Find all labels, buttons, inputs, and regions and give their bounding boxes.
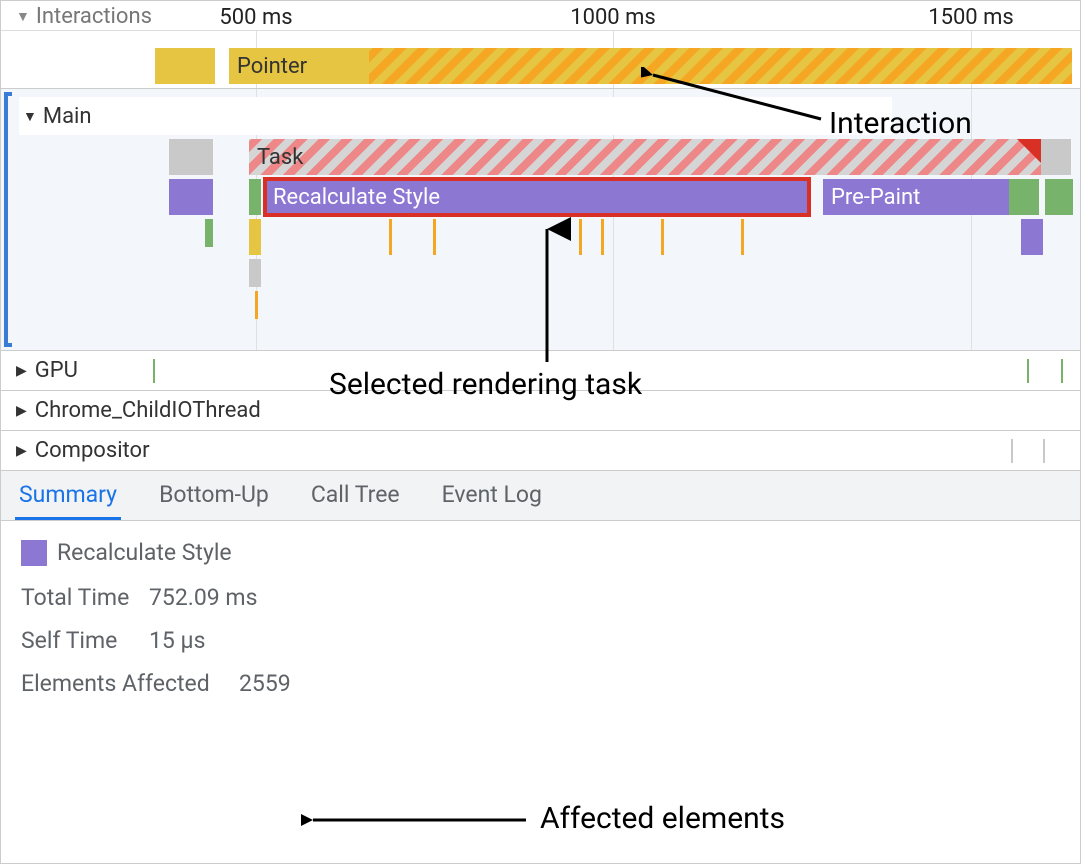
gpu-marker	[153, 359, 155, 383]
compositor-track-header[interactable]: ▶ Compositor	[1, 431, 1080, 471]
pointer-label: Pointer	[237, 54, 307, 79]
tab-call-tree[interactable]: Call Tree	[307, 471, 404, 520]
marker-green[interactable]	[205, 219, 213, 247]
task-bar-long[interactable]: Task	[249, 139, 1041, 175]
ruler-tick-1000: 1000 ms	[570, 5, 656, 30]
tab-summary[interactable]: Summary	[15, 471, 121, 520]
elements-affected-label: Elements Affected	[21, 670, 221, 697]
self-time-label: Self Time	[21, 627, 131, 654]
marker[interactable]	[433, 219, 436, 255]
gpu-track-header[interactable]: ▶ GPU	[1, 351, 1080, 391]
recalculate-style-bar[interactable]: Recalculate Style	[265, 179, 809, 215]
green-bar[interactable]	[249, 179, 261, 215]
main-track: ▼ Main Task Recalculate Style Pre-Paint	[1, 89, 1080, 351]
elements-affected-value: 2559	[239, 670, 291, 697]
chevron-right-icon: ▶	[16, 443, 27, 459]
task-label: Task	[257, 145, 303, 170]
interactions-label: Interactions	[36, 4, 152, 29]
marker[interactable]	[389, 219, 392, 255]
interactions-track: Pointer	[1, 31, 1080, 89]
main-label: Main	[43, 104, 92, 129]
green-bar-2[interactable]	[1009, 179, 1039, 215]
ruler-tick-500: 500 ms	[219, 5, 292, 30]
total-time-label: Total Time	[21, 584, 131, 611]
green-bar-3[interactable]	[1045, 179, 1073, 215]
ruler-tick-1500: 1500 ms	[928, 5, 1014, 30]
gpu-label: GPU	[35, 358, 78, 383]
chevron-right-icon: ▶	[16, 403, 27, 419]
purple-marker[interactable]	[1021, 219, 1043, 255]
marker[interactable]	[601, 219, 604, 255]
interaction-segment[interactable]	[155, 48, 215, 84]
compositor-marker	[1043, 439, 1045, 463]
gpu-marker	[1027, 359, 1029, 383]
chevron-down-icon: ▼	[16, 8, 30, 25]
childio-label: Chrome_ChildIOThread	[35, 398, 261, 423]
marker[interactable]	[661, 219, 664, 255]
purple-bar-small[interactable]	[169, 179, 213, 215]
details-tabs: Summary Bottom-Up Call Tree Event Log	[1, 471, 1080, 521]
gpu-marker	[1061, 359, 1063, 383]
pointer-interaction[interactable]: Pointer	[229, 48, 369, 84]
timeline-ruler: ▼ Interactions 500 ms 1000 ms 1500 ms	[1, 1, 1080, 31]
marker[interactable]	[255, 291, 258, 319]
tab-bottom-up[interactable]: Bottom-Up	[155, 471, 273, 520]
summary-panel: Recalculate Style Total Time 752.09 ms S…	[1, 521, 1080, 731]
prepaint-label: Pre-Paint	[831, 185, 920, 210]
marker-gray[interactable]	[249, 259, 261, 287]
marker[interactable]	[741, 219, 744, 255]
task-bar-end[interactable]	[1041, 139, 1071, 175]
compositor-label: Compositor	[35, 438, 150, 463]
interaction-long-tail[interactable]	[369, 48, 1072, 84]
long-task-warning-icon	[1017, 139, 1041, 163]
recalc-label: Recalculate Style	[273, 185, 440, 210]
interactions-track-header[interactable]: ▼ Interactions	[16, 4, 152, 29]
annotation-affected: Affected elements	[540, 801, 785, 836]
pre-paint-bar[interactable]: Pre-Paint	[823, 179, 1009, 215]
chevron-down-icon: ▼	[23, 108, 37, 125]
total-time-value: 752.09 ms	[149, 584, 257, 611]
task-bar-small[interactable]	[169, 139, 213, 175]
marker[interactable]	[579, 219, 582, 255]
main-track-header[interactable]: ▼ Main	[19, 97, 892, 135]
compositor-marker	[1011, 439, 1013, 463]
summary-title: Recalculate Style	[57, 539, 232, 566]
self-time-value: 15 µs	[149, 627, 205, 654]
chevron-right-icon: ▶	[16, 363, 27, 379]
event-color-swatch	[21, 540, 47, 566]
marker-yellow[interactable]	[249, 219, 261, 255]
childio-track-header[interactable]: ▶ Chrome_ChildIOThread	[1, 391, 1080, 431]
tab-event-log[interactable]: Event Log	[438, 471, 546, 520]
